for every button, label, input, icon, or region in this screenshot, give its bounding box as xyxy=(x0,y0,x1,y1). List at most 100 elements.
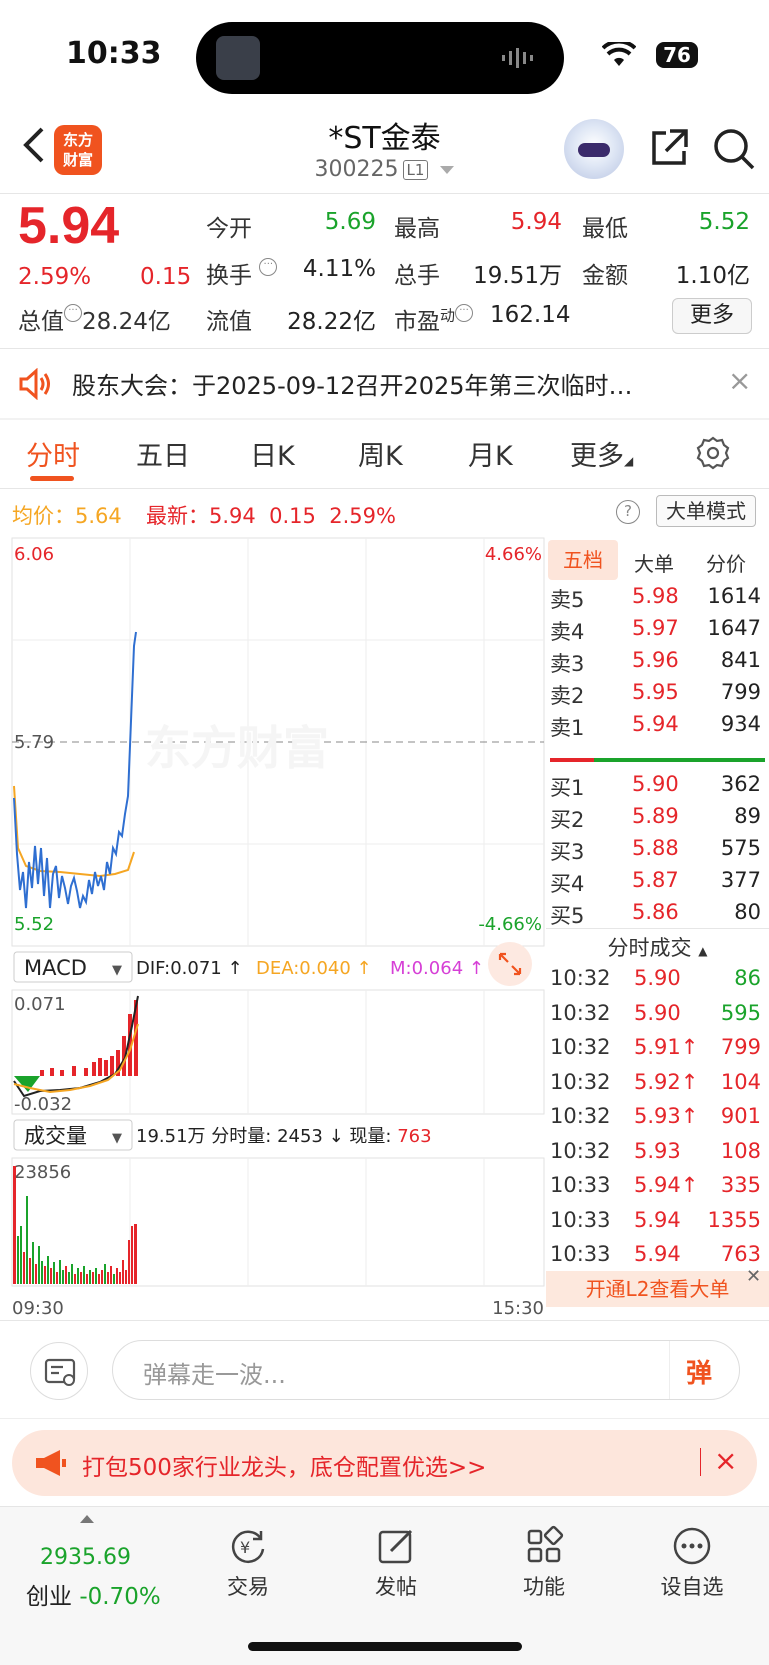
tick-time: 10:33 xyxy=(550,1242,611,1266)
dea-value: 0.040 xyxy=(299,958,351,979)
l2-upgrade-banner[interactable]: 开通L2查看大单 xyxy=(546,1271,769,1307)
ask-row: 卖2 5.95 799 xyxy=(546,680,769,712)
bid-label: 买1 xyxy=(550,776,585,800)
bid-volume: 362 xyxy=(720,772,761,796)
ai-assistant-icon[interactable] xyxy=(564,119,624,179)
tab-five-day[interactable]: 五日 xyxy=(136,434,190,473)
dynamic-island xyxy=(196,22,564,94)
expand-button[interactable] xyxy=(488,942,532,986)
danmaku-settings-button[interactable] xyxy=(30,1342,88,1400)
ask-volume: 1614 xyxy=(707,584,761,608)
functions-button[interactable]: 功能 xyxy=(494,1525,594,1601)
avg-price-line xyxy=(13,785,135,878)
tick-volume: 799 xyxy=(720,1035,761,1059)
dea-label: DEA: xyxy=(256,958,299,979)
index-value[interactable]: 2935.69 xyxy=(40,1545,131,1570)
axis-end-time: 15:30 xyxy=(492,1298,544,1319)
info-icon[interactable]: ··· xyxy=(259,258,278,276)
dropdown-caret-icon: ▼ xyxy=(112,963,122,978)
volume-label: 总手 xyxy=(394,263,440,289)
megaphone-icon xyxy=(36,1450,66,1476)
gear-icon[interactable] xyxy=(696,436,730,470)
bid-label: 买4 xyxy=(550,872,585,896)
post-button[interactable]: 发帖 xyxy=(346,1525,446,1601)
tab-big-orders[interactable]: 大单 xyxy=(634,548,674,577)
tab-monthly-k[interactable]: 月K xyxy=(468,434,513,473)
more-button[interactable]: 更多 xyxy=(672,298,752,334)
close-icon[interactable]: ✕ xyxy=(746,1266,761,1287)
tab-price-distribution[interactable]: 分价 xyxy=(706,548,746,577)
macd-m: M:0.064 ↑ xyxy=(390,958,484,979)
m-label: M: xyxy=(390,958,412,979)
tick-volume: 595 xyxy=(720,1000,761,1025)
tab-daily-k[interactable]: 日K xyxy=(250,434,295,473)
more-circle-icon xyxy=(673,1527,711,1565)
divider xyxy=(0,348,769,349)
audio-wave-icon xyxy=(502,48,533,68)
change-percent: 2.59% xyxy=(18,264,92,290)
market-cap-row: 总值 ··· 28.24亿 xyxy=(18,302,171,336)
index-label[interactable]: 创业 -0.70% xyxy=(26,1577,161,1611)
intraday-chart[interactable]: 东方财富 6.06 5.79 5.52 4.66% -4.66% MACD ▼ … xyxy=(0,536,546,1326)
ask-label: 卖3 xyxy=(550,652,585,676)
divider xyxy=(0,1320,769,1321)
info-icon[interactable]: ··· xyxy=(64,304,82,322)
tab-more[interactable]: 更多◢ xyxy=(570,434,633,473)
ask-row: 卖5 5.98 1614 xyxy=(546,584,769,616)
bid-label: 买5 xyxy=(550,904,585,928)
avg-price: 均价：5.64 xyxy=(12,500,122,530)
pe-dynamic-sup: 动 xyxy=(440,306,456,325)
tab-intraday[interactable]: 分时 xyxy=(26,434,80,473)
stock-code: 300225 xyxy=(314,157,399,182)
big-order-mode-button[interactable]: 大单模式 xyxy=(656,495,756,527)
volume-total: 19.51万 xyxy=(136,1126,206,1147)
bid-volume: 575 xyxy=(720,836,761,860)
caret-up-icon: ▲ xyxy=(698,944,708,958)
functions-label: 功能 xyxy=(523,1575,565,1599)
bid-volume: 377 xyxy=(720,868,761,892)
tick-volume: 86 xyxy=(734,966,761,990)
add-watchlist-button[interactable]: 设自选 xyxy=(642,1525,742,1601)
ask-volume: 841 xyxy=(720,648,761,672)
close-icon[interactable]: × xyxy=(728,364,751,397)
island-avatar xyxy=(216,36,260,80)
tick-price: 5.92↑ xyxy=(634,1069,699,1094)
caret-up-icon[interactable] xyxy=(80,1515,94,1523)
tick-price: 5.90 xyxy=(634,1000,681,1025)
divider xyxy=(0,1418,769,1419)
macd-select-label: MACD xyxy=(24,956,87,980)
search-icon[interactable] xyxy=(712,127,756,171)
danmaku-input[interactable]: 弹幕走一波... 弹 xyxy=(112,1340,740,1400)
trade-button[interactable]: ¥ 交易 xyxy=(198,1525,298,1601)
volume-summary: 19.51万 分时量: 2453 ↓ 现量: 763 xyxy=(136,1126,432,1147)
ask-row: 卖4 5.97 1647 xyxy=(546,616,769,648)
tick-row: 10:32 5.90 595 xyxy=(546,1001,769,1035)
tick-header[interactable]: 分时成交 ▲ xyxy=(546,932,769,962)
share-icon[interactable] xyxy=(648,127,690,169)
axis-mid-price: 5.79 xyxy=(14,732,54,753)
notice-bar[interactable]: 股东大会：于2025-09-12召开2025年第三次临时… × xyxy=(0,350,769,418)
tab-five-levels[interactable]: 五档 xyxy=(548,540,618,580)
latest-change: 0.15 xyxy=(269,504,316,528)
low-label: 最低 xyxy=(582,216,628,242)
macd-axis-top: 0.071 xyxy=(14,994,66,1015)
axis-bottom-price: 5.52 xyxy=(14,914,54,935)
tick-time: 10:32 xyxy=(550,1000,611,1025)
bid-volume: 80 xyxy=(734,900,761,924)
bid-label: 买2 xyxy=(550,808,585,832)
info-icon[interactable]: ··· xyxy=(455,304,474,322)
danmaku-send-button[interactable]: 弹 xyxy=(669,1341,739,1399)
help-icon[interactable]: ? xyxy=(616,500,640,524)
ask-label: 卖4 xyxy=(550,620,585,644)
dif-value: 0.071 xyxy=(170,958,222,979)
tick-price: 5.94 xyxy=(634,1242,681,1266)
bid-price: 5.87 xyxy=(632,868,679,892)
bid-label: 买3 xyxy=(550,840,585,864)
minute-volume: 2453 xyxy=(277,1126,323,1147)
macd-dea: DEA:0.040 ↑ xyxy=(256,958,372,979)
tick-row: 10:32 5.90 86 xyxy=(546,966,769,1000)
dropdown-caret-icon: ▼ xyxy=(112,1131,122,1146)
close-icon[interactable]: × xyxy=(714,1444,737,1477)
promo-banner[interactable]: 打包500家行业龙头，底仓配置优选>> × xyxy=(12,1430,757,1496)
tab-weekly-k[interactable]: 周K xyxy=(358,434,403,473)
